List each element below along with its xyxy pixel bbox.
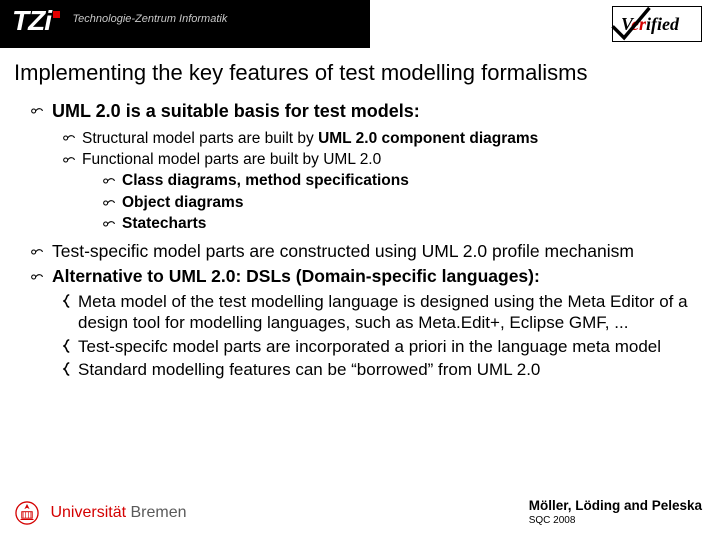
university-logo: Universität Bremen [14, 500, 187, 526]
bullet-class-diagrams: Class diagrams, method specifications [102, 171, 704, 190]
bullet-uml-basis: UML 2.0 is a suitable basis for test mod… [30, 100, 704, 123]
slide-body: UML 2.0 is a suitable basis for test mod… [20, 100, 704, 382]
bullet-test-specific: Test-specific model parts are constructe… [30, 241, 704, 263]
tzi-logo-dot [53, 11, 60, 18]
bullet-meta-model: Meta model of the test modelling languag… [62, 291, 704, 334]
footer-right: Möller, Löding and Peleska SQC 2008 [529, 498, 702, 526]
university-prefix: Universität [50, 504, 126, 521]
footer-authors: Möller, Löding and Peleska [529, 498, 702, 513]
bullet-test-specific-meta: Test-specifc model parts are incorporate… [62, 336, 704, 357]
bullet-statecharts: Statecharts [102, 214, 704, 233]
verified-logo: Verified [612, 6, 702, 42]
checkmark-icon [608, 1, 654, 47]
text-structural-pre: Structural model parts are built by [82, 130, 318, 147]
university-name: Bremen [130, 504, 186, 521]
bullet-alternative-dsl: Alternative to UML 2.0: DSLs (Domain-spe… [30, 266, 704, 288]
bullet-borrowed: Standard modelling features can be “borr… [62, 359, 704, 380]
tzi-subtitle: Technologie-Zentrum Informatik [72, 13, 227, 25]
slide: TZi Technologie-Zentrum Informatik Verif… [0, 0, 720, 540]
footer-conference: SQC 2008 [529, 515, 702, 526]
slide-title: Implementing the key features of test mo… [14, 60, 706, 86]
text-structural-bold: UML 2.0 component diagrams [318, 130, 538, 147]
university-crest-icon [14, 500, 40, 526]
bullet-functional: Functional model parts are built by UML … [62, 150, 704, 169]
tzi-logo-text: TZi [12, 5, 51, 37]
bullet-structural: Structural model parts are built by UML … [62, 129, 704, 148]
header-bar: TZi Technologie-Zentrum Informatik [0, 0, 370, 48]
bullet-object-diagrams: Object diagrams [102, 193, 704, 212]
